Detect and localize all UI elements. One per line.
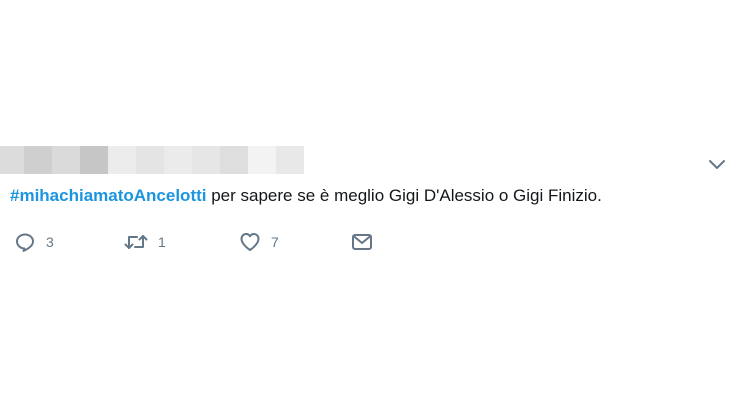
reply-button[interactable]: 3 (14, 231, 124, 253)
envelope-icon (352, 234, 372, 250)
chevron-down-icon (709, 160, 725, 169)
reply-icon (16, 233, 34, 252)
reply-count: 3 (46, 234, 54, 250)
retweet-icon (124, 235, 148, 249)
tweet-actions: 3 1 7 (14, 230, 374, 254)
like-count: 7 (271, 234, 279, 250)
like-button[interactable]: 7 (239, 231, 350, 253)
hashtag-link[interactable]: #mihachiamatoAncelotti (10, 186, 207, 205)
direct-message-button[interactable] (350, 231, 374, 253)
more-options-caret[interactable] (706, 156, 728, 174)
retweet-count: 1 (158, 234, 166, 250)
tweet: #mihachiamatoAncelotti per sapere se è m… (0, 0, 736, 409)
heart-icon (240, 233, 260, 251)
tweet-text: #mihachiamatoAncelotti per sapere se è m… (10, 186, 602, 206)
retweet-button[interactable]: 1 (124, 231, 239, 253)
tweet-body: per sapere se è meglio Gigi D'Alessio o … (206, 186, 602, 205)
blurred-author-header (0, 146, 310, 174)
